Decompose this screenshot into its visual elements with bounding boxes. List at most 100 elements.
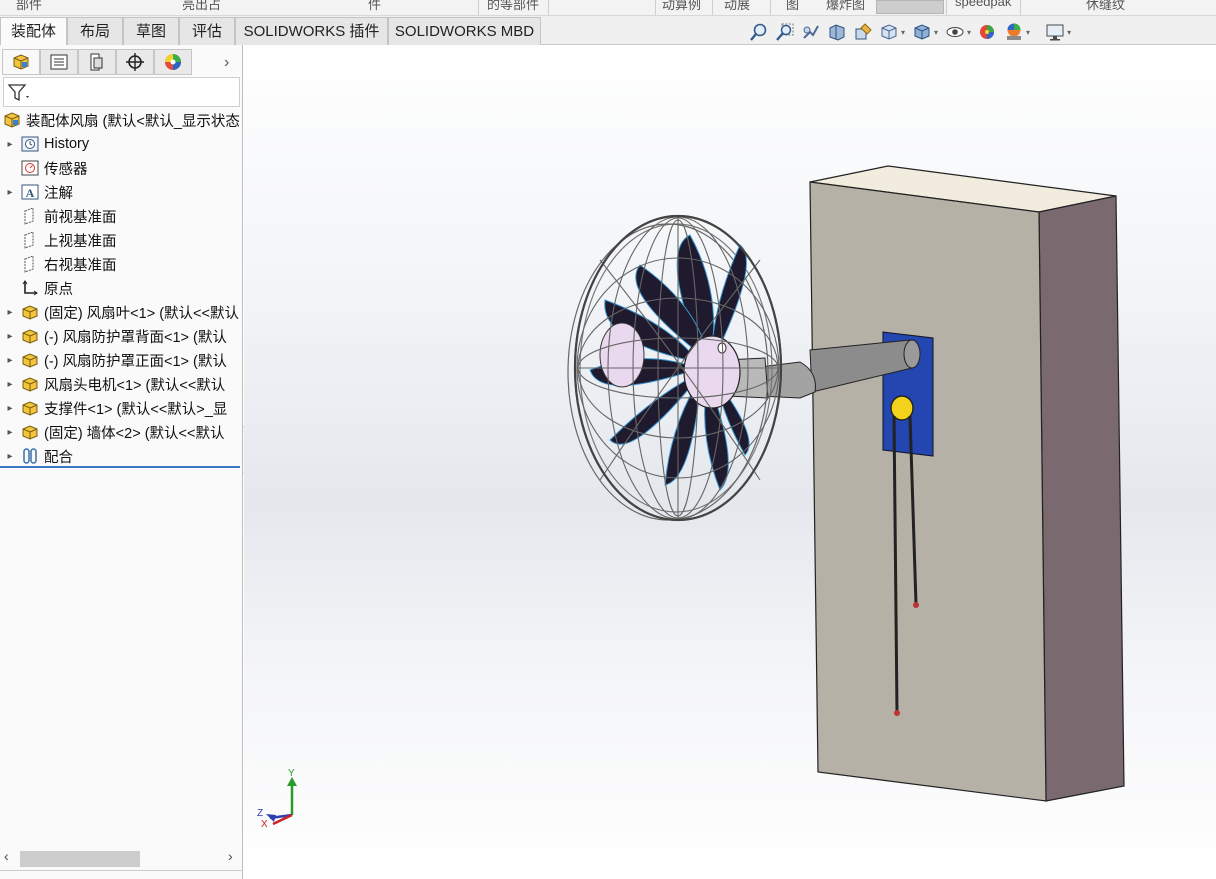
- expand-arrow-icon[interactable]: ▸: [4, 379, 16, 390]
- expand-arrow-icon[interactable]: ▸: [4, 307, 16, 318]
- hide-show-icon[interactable]: [944, 21, 966, 43]
- annotation-icon: A: [20, 182, 40, 202]
- chevron-down-icon[interactable]: ▾: [934, 28, 938, 37]
- tab-solidworks-mbd[interactable]: SOLIDWORKS MBD: [388, 17, 541, 45]
- tree-item-label: (-) 风扇防护罩背面<1> (默认: [44, 329, 227, 346]
- tree-item-front-plane[interactable]: 前视基准面: [0, 204, 243, 228]
- tree-item-label: 传感器: [44, 161, 88, 178]
- edit-appearance-icon[interactable]: [977, 21, 999, 43]
- tree-item-label: 前视基准面: [44, 209, 117, 226]
- expand-arrow-icon[interactable]: ▸: [4, 403, 16, 414]
- chevron-down-icon[interactable]: ▾: [901, 28, 905, 37]
- chevron-down-icon[interactable]: ▾: [1026, 28, 1030, 37]
- tree-item-fan-motor[interactable]: ▸ 风扇头电机<1> (默认<<默认: [0, 372, 243, 396]
- propertymanager-tab[interactable]: [40, 49, 78, 75]
- expand-arrow-icon[interactable]: ▸: [4, 187, 16, 198]
- history-icon: [20, 134, 40, 154]
- scroll-thumb[interactable]: [20, 851, 140, 867]
- origin-icon: [20, 278, 40, 298]
- expand-arrow-icon[interactable]: ▸: [4, 331, 16, 342]
- fan-assembly[interactable]: [567, 214, 783, 522]
- ribbon-item[interactable]: 爆炸图: [826, 0, 865, 14]
- ribbon-item[interactable]: 图: [786, 0, 799, 14]
- ribbon-separator: [770, 0, 771, 15]
- tree-item-history[interactable]: ▸ History: [0, 132, 243, 156]
- tab-sketch[interactable]: 草图: [123, 17, 179, 45]
- tree-item-guard-front[interactable]: ▸ (-) 风扇防护罩正面<1> (默认: [0, 348, 243, 372]
- dynamic-annotation-icon[interactable]: [852, 21, 874, 43]
- tree-item-label: 上视基准面: [44, 233, 117, 250]
- section-view-icon[interactable]: [826, 21, 848, 43]
- tree-item-annotations[interactable]: ▸ A 注解: [0, 180, 243, 204]
- filter-icon[interactable]: [7, 83, 31, 106]
- tree-item-label: 右视基准面: [44, 257, 117, 274]
- previous-view-icon[interactable]: [800, 21, 822, 43]
- ribbon-item[interactable]: 动算例: [662, 0, 701, 14]
- scroll-left-icon[interactable]: ‹: [4, 848, 9, 864]
- tab-assembly[interactable]: 装配体: [0, 17, 67, 45]
- tree-item-guard-back[interactable]: ▸ (-) 风扇防护罩背面<1> (默认: [0, 324, 243, 348]
- ribbon-item[interactable]: 休缝纹: [1086, 0, 1125, 14]
- coordinate-triad: Y Z X: [257, 768, 297, 830]
- ribbon-separator: [1020, 0, 1021, 15]
- horizontal-scrollbar[interactable]: ‹ ›: [0, 848, 243, 870]
- configurationmanager-tab[interactable]: [78, 49, 116, 75]
- expand-arrow-icon[interactable]: ▸: [4, 139, 16, 150]
- expand-arrow-icon[interactable]: ▸: [4, 451, 16, 462]
- tree-item-mates[interactable]: ▸ 配合: [0, 444, 243, 468]
- triad-z-label: Z: [257, 808, 263, 819]
- ribbon-item[interactable]: 的等部件: [487, 0, 539, 14]
- tree-item-label: 风扇头电机<1> (默认<<默认: [44, 377, 226, 394]
- expand-arrow-icon[interactable]: ▸: [4, 355, 16, 366]
- triad-x-label: X: [261, 819, 268, 830]
- triad-y-label: Y: [288, 768, 295, 779]
- tree-item-label: 配合: [44, 449, 73, 466]
- tab-layout[interactable]: 布局: [67, 17, 123, 45]
- tree-item-fan-blade[interactable]: ▸ (固定) 风扇叶<1> (默认<<默认: [0, 300, 243, 324]
- tab-solidworks-addins[interactable]: SOLIDWORKS 插件: [235, 17, 388, 45]
- chevron-down-icon[interactable]: ▾: [967, 28, 971, 37]
- mates-icon: [20, 446, 40, 466]
- displaymanager-tab[interactable]: [154, 49, 192, 75]
- ribbon-item[interactable]: speedpak: [955, 0, 1011, 14]
- wall-part[interactable]: [809, 165, 1125, 802]
- tree-item-support[interactable]: ▸ 支撑件<1> (默认<<默认>_显: [0, 396, 243, 420]
- scroll-right-icon[interactable]: ›: [228, 848, 233, 864]
- tree-filter[interactable]: [3, 77, 240, 107]
- tree-item-right-plane[interactable]: 右视基准面: [0, 252, 243, 276]
- apply-scene-icon[interactable]: [1003, 21, 1025, 43]
- ribbon-item[interactable]: 亮出占: [182, 0, 221, 14]
- part-icon: [20, 398, 40, 418]
- tab-evaluate[interactable]: 评估: [179, 17, 235, 45]
- tree-item-top-plane[interactable]: 上视基准面: [0, 228, 243, 252]
- rollback-bar[interactable]: [0, 466, 240, 468]
- model-scene[interactable]: Y Z X: [244, 45, 1216, 879]
- graphics-viewport[interactable]: Y Z X: [244, 45, 1216, 879]
- zoom-area-icon[interactable]: [774, 21, 796, 43]
- tree-root[interactable]: 装配体风扇 (默认<默认_显示状态: [0, 108, 243, 132]
- panel-splitter[interactable]: [0, 870, 243, 879]
- tree-item-origin[interactable]: 原点: [0, 276, 243, 300]
- panel-tabs: ›: [0, 48, 243, 76]
- ribbon-item[interactable]: 件: [368, 0, 381, 14]
- tree-item-label: 原点: [44, 281, 73, 298]
- ribbon-separator: [655, 0, 656, 15]
- tree-item-wall[interactable]: ▸ (固定) 墙体<2> (默认<<默认: [0, 420, 243, 444]
- tree-item-label: History: [44, 136, 90, 152]
- zoom-to-fit-icon[interactable]: [748, 21, 770, 43]
- ribbon-active-button[interactable]: [876, 0, 944, 14]
- part-icon: [20, 302, 40, 322]
- dimxpert-tab[interactable]: [116, 49, 154, 75]
- feature-tree: 装配体风扇 (默认<默认_显示状态 ▸ History 传感器 ▸ A 注解 前…: [0, 108, 243, 468]
- featuremanager-tab[interactable]: [2, 49, 40, 75]
- chevron-right-icon[interactable]: ›: [224, 54, 229, 72]
- ribbon-item[interactable]: 部件: [16, 0, 42, 14]
- chevron-down-icon[interactable]: ▾: [1067, 28, 1071, 37]
- ribbon-item[interactable]: 动展: [724, 0, 750, 14]
- plane-icon: [20, 206, 40, 226]
- tree-item-sensors[interactable]: 传感器: [0, 156, 243, 180]
- expand-arrow-icon[interactable]: ▸: [4, 427, 16, 438]
- display-style-icon[interactable]: [911, 21, 933, 43]
- view-orientation-icon[interactable]: [878, 21, 900, 43]
- view-settings-icon[interactable]: [1044, 21, 1066, 43]
